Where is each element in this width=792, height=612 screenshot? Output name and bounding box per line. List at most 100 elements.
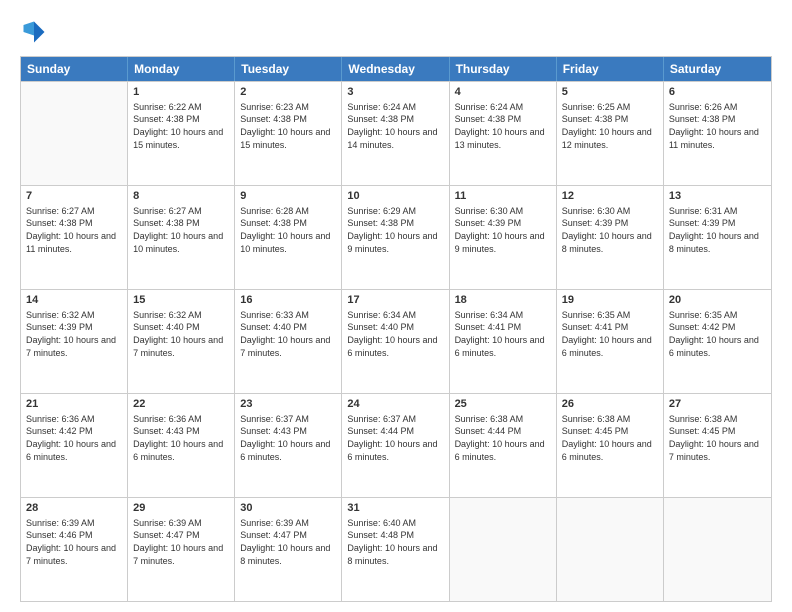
sun-info: Sunrise: 6:30 AMSunset: 4:39 PMDaylight:… [455, 205, 551, 255]
sun-info: Sunrise: 6:40 AMSunset: 4:48 PMDaylight:… [347, 517, 443, 567]
sun-info: Sunrise: 6:34 AMSunset: 4:41 PMDaylight:… [455, 309, 551, 359]
sun-info: Sunrise: 6:39 AMSunset: 4:46 PMDaylight:… [26, 517, 122, 567]
day-number: 30 [240, 501, 336, 516]
cal-cell-empty [450, 498, 557, 601]
cal-cell-day-5: 5Sunrise: 6:25 AMSunset: 4:38 PMDaylight… [557, 82, 664, 185]
cal-cell-day-26: 26Sunrise: 6:38 AMSunset: 4:45 PMDayligh… [557, 394, 664, 497]
day-number: 25 [455, 397, 551, 412]
day-number: 20 [669, 293, 766, 308]
day-number: 8 [133, 189, 229, 204]
cal-cell-day-17: 17Sunrise: 6:34 AMSunset: 4:40 PMDayligh… [342, 290, 449, 393]
cal-week-3: 14Sunrise: 6:32 AMSunset: 4:39 PMDayligh… [21, 289, 771, 393]
cal-week-4: 21Sunrise: 6:36 AMSunset: 4:42 PMDayligh… [21, 393, 771, 497]
sun-info: Sunrise: 6:27 AMSunset: 4:38 PMDaylight:… [26, 205, 122, 255]
sun-info: Sunrise: 6:38 AMSunset: 4:45 PMDaylight:… [562, 413, 658, 463]
sun-info: Sunrise: 6:37 AMSunset: 4:43 PMDaylight:… [240, 413, 336, 463]
day-number: 17 [347, 293, 443, 308]
cal-cell-day-10: 10Sunrise: 6:29 AMSunset: 4:38 PMDayligh… [342, 186, 449, 289]
sun-info: Sunrise: 6:36 AMSunset: 4:43 PMDaylight:… [133, 413, 229, 463]
cal-cell-day-31: 31Sunrise: 6:40 AMSunset: 4:48 PMDayligh… [342, 498, 449, 601]
sun-info: Sunrise: 6:32 AMSunset: 4:39 PMDaylight:… [26, 309, 122, 359]
header-day-wednesday: Wednesday [342, 57, 449, 81]
day-number: 7 [26, 189, 122, 204]
cal-cell-day-30: 30Sunrise: 6:39 AMSunset: 4:47 PMDayligh… [235, 498, 342, 601]
sun-info: Sunrise: 6:34 AMSunset: 4:40 PMDaylight:… [347, 309, 443, 359]
cal-cell-day-14: 14Sunrise: 6:32 AMSunset: 4:39 PMDayligh… [21, 290, 128, 393]
sun-info: Sunrise: 6:38 AMSunset: 4:44 PMDaylight:… [455, 413, 551, 463]
day-number: 5 [562, 85, 658, 100]
cal-cell-empty [21, 82, 128, 185]
sun-info: Sunrise: 6:24 AMSunset: 4:38 PMDaylight:… [455, 101, 551, 151]
cal-cell-day-2: 2Sunrise: 6:23 AMSunset: 4:38 PMDaylight… [235, 82, 342, 185]
sun-info: Sunrise: 6:39 AMSunset: 4:47 PMDaylight:… [240, 517, 336, 567]
calendar-header-row: SundayMondayTuesdayWednesdayThursdayFrid… [21, 57, 771, 81]
cal-cell-day-16: 16Sunrise: 6:33 AMSunset: 4:40 PMDayligh… [235, 290, 342, 393]
day-number: 6 [669, 85, 766, 100]
cal-cell-day-27: 27Sunrise: 6:38 AMSunset: 4:45 PMDayligh… [664, 394, 771, 497]
sun-info: Sunrise: 6:36 AMSunset: 4:42 PMDaylight:… [26, 413, 122, 463]
cal-cell-day-19: 19Sunrise: 6:35 AMSunset: 4:41 PMDayligh… [557, 290, 664, 393]
calendar: SundayMondayTuesdayWednesdayThursdayFrid… [20, 56, 772, 602]
sun-info: Sunrise: 6:33 AMSunset: 4:40 PMDaylight:… [240, 309, 336, 359]
day-number: 22 [133, 397, 229, 412]
sun-info: Sunrise: 6:39 AMSunset: 4:47 PMDaylight:… [133, 517, 229, 567]
day-number: 2 [240, 85, 336, 100]
sun-info: Sunrise: 6:37 AMSunset: 4:44 PMDaylight:… [347, 413, 443, 463]
sun-info: Sunrise: 6:35 AMSunset: 4:42 PMDaylight:… [669, 309, 766, 359]
day-number: 23 [240, 397, 336, 412]
day-number: 12 [562, 189, 658, 204]
logo [20, 18, 52, 46]
sun-info: Sunrise: 6:26 AMSunset: 4:38 PMDaylight:… [669, 101, 766, 151]
day-number: 11 [455, 189, 551, 204]
cal-cell-day-21: 21Sunrise: 6:36 AMSunset: 4:42 PMDayligh… [21, 394, 128, 497]
sun-info: Sunrise: 6:31 AMSunset: 4:39 PMDaylight:… [669, 205, 766, 255]
sun-info: Sunrise: 6:23 AMSunset: 4:38 PMDaylight:… [240, 101, 336, 151]
day-number: 9 [240, 189, 336, 204]
cal-cell-day-22: 22Sunrise: 6:36 AMSunset: 4:43 PMDayligh… [128, 394, 235, 497]
cal-cell-day-8: 8Sunrise: 6:27 AMSunset: 4:38 PMDaylight… [128, 186, 235, 289]
day-number: 14 [26, 293, 122, 308]
day-number: 27 [669, 397, 766, 412]
day-number: 28 [26, 501, 122, 516]
header [20, 18, 772, 46]
cal-cell-day-20: 20Sunrise: 6:35 AMSunset: 4:42 PMDayligh… [664, 290, 771, 393]
day-number: 3 [347, 85, 443, 100]
header-day-monday: Monday [128, 57, 235, 81]
cal-cell-empty [557, 498, 664, 601]
sun-info: Sunrise: 6:27 AMSunset: 4:38 PMDaylight:… [133, 205, 229, 255]
day-number: 19 [562, 293, 658, 308]
day-number: 24 [347, 397, 443, 412]
sun-info: Sunrise: 6:24 AMSunset: 4:38 PMDaylight:… [347, 101, 443, 151]
cal-cell-empty [664, 498, 771, 601]
cal-cell-day-18: 18Sunrise: 6:34 AMSunset: 4:41 PMDayligh… [450, 290, 557, 393]
day-number: 4 [455, 85, 551, 100]
header-day-sunday: Sunday [21, 57, 128, 81]
header-day-thursday: Thursday [450, 57, 557, 81]
sun-info: Sunrise: 6:32 AMSunset: 4:40 PMDaylight:… [133, 309, 229, 359]
cal-cell-day-13: 13Sunrise: 6:31 AMSunset: 4:39 PMDayligh… [664, 186, 771, 289]
day-number: 21 [26, 397, 122, 412]
page: SundayMondayTuesdayWednesdayThursdayFrid… [0, 0, 792, 612]
header-day-friday: Friday [557, 57, 664, 81]
day-number: 10 [347, 189, 443, 204]
header-day-tuesday: Tuesday [235, 57, 342, 81]
sun-info: Sunrise: 6:25 AMSunset: 4:38 PMDaylight:… [562, 101, 658, 151]
sun-info: Sunrise: 6:22 AMSunset: 4:38 PMDaylight:… [133, 101, 229, 151]
cal-cell-day-11: 11Sunrise: 6:30 AMSunset: 4:39 PMDayligh… [450, 186, 557, 289]
day-number: 15 [133, 293, 229, 308]
logo-icon [20, 18, 48, 46]
cal-cell-day-23: 23Sunrise: 6:37 AMSunset: 4:43 PMDayligh… [235, 394, 342, 497]
cal-cell-day-3: 3Sunrise: 6:24 AMSunset: 4:38 PMDaylight… [342, 82, 449, 185]
sun-info: Sunrise: 6:28 AMSunset: 4:38 PMDaylight:… [240, 205, 336, 255]
day-number: 1 [133, 85, 229, 100]
cal-cell-day-24: 24Sunrise: 6:37 AMSunset: 4:44 PMDayligh… [342, 394, 449, 497]
day-number: 29 [133, 501, 229, 516]
cal-cell-day-1: 1Sunrise: 6:22 AMSunset: 4:38 PMDaylight… [128, 82, 235, 185]
cal-cell-day-12: 12Sunrise: 6:30 AMSunset: 4:39 PMDayligh… [557, 186, 664, 289]
calendar-body: 1Sunrise: 6:22 AMSunset: 4:38 PMDaylight… [21, 81, 771, 601]
cal-week-5: 28Sunrise: 6:39 AMSunset: 4:46 PMDayligh… [21, 497, 771, 601]
cal-cell-day-28: 28Sunrise: 6:39 AMSunset: 4:46 PMDayligh… [21, 498, 128, 601]
day-number: 16 [240, 293, 336, 308]
cal-cell-day-9: 9Sunrise: 6:28 AMSunset: 4:38 PMDaylight… [235, 186, 342, 289]
cal-week-2: 7Sunrise: 6:27 AMSunset: 4:38 PMDaylight… [21, 185, 771, 289]
